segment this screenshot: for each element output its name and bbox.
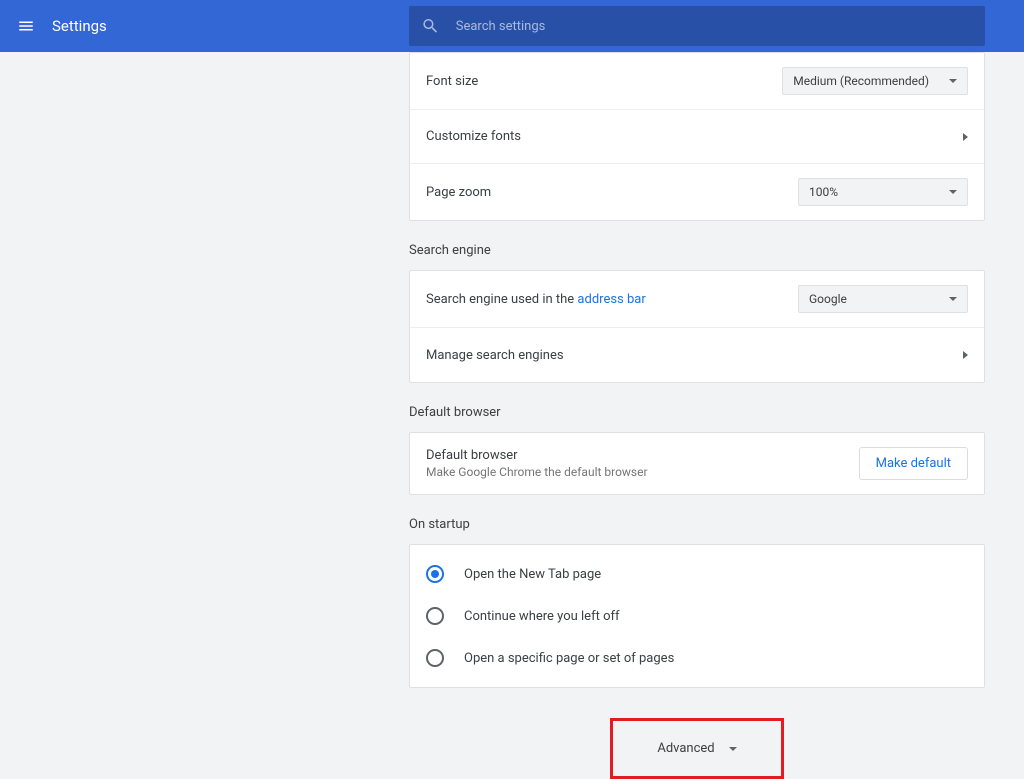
- manage-search-engines-row[interactable]: Manage search engines: [410, 328, 984, 382]
- chevron-down-icon: [949, 79, 957, 83]
- default-browser-row: Default browser Make Google Chrome the d…: [410, 433, 984, 494]
- startup-card: Open the New Tab page Continue where you…: [409, 544, 985, 688]
- search-container: [409, 6, 985, 46]
- header-bar: Settings: [0, 0, 1024, 52]
- font-size-label: Font size: [426, 74, 478, 89]
- radio-unselected-icon[interactable]: [426, 607, 444, 625]
- font-size-value: Medium (Recommended): [793, 74, 929, 88]
- search-engine-used-label: Search engine used in the address bar: [426, 292, 646, 307]
- manage-search-engines-label: Manage search engines: [426, 348, 564, 363]
- startup-option-new-tab[interactable]: Open the New Tab page: [410, 553, 984, 595]
- startup-opt1-label: Open the New Tab page: [464, 567, 601, 582]
- startup-section-title: On startup: [409, 517, 985, 532]
- customize-fonts-label: Customize fonts: [426, 129, 521, 144]
- font-size-select[interactable]: Medium (Recommended): [782, 67, 968, 95]
- settings-content: Font size Medium (Recommended) Customize…: [409, 52, 985, 779]
- search-engine-select[interactable]: Google: [798, 285, 968, 313]
- page-zoom-row[interactable]: Page zoom 100%: [410, 164, 984, 220]
- search-engine-value: Google: [809, 292, 847, 306]
- menu-button[interactable]: [10, 10, 42, 42]
- page-zoom-select[interactable]: 100%: [798, 178, 968, 206]
- search-engine-section-title: Search engine: [409, 243, 985, 258]
- advanced-highlight-box: Advanced: [610, 718, 783, 779]
- advanced-toggle-button[interactable]: Advanced: [657, 741, 736, 756]
- radio-unselected-icon[interactable]: [426, 649, 444, 667]
- default-browser-row-title: Default browser: [426, 448, 648, 463]
- advanced-label: Advanced: [657, 741, 714, 756]
- make-default-button[interactable]: Make default: [859, 447, 968, 480]
- startup-opt2-label: Continue where you left off: [464, 609, 620, 624]
- chevron-right-icon: [963, 133, 968, 141]
- startup-option-continue[interactable]: Continue where you left off: [410, 595, 984, 637]
- page-zoom-label: Page zoom: [426, 185, 491, 200]
- address-bar-link[interactable]: address bar: [577, 292, 645, 307]
- default-browser-row-sub: Make Google Chrome the default browser: [426, 465, 648, 479]
- search-input[interactable]: [456, 19, 973, 34]
- default-browser-section-title: Default browser: [409, 405, 985, 420]
- chevron-down-icon: [949, 190, 957, 194]
- hamburger-icon: [17, 17, 35, 35]
- font-size-row[interactable]: Font size Medium (Recommended): [410, 53, 984, 110]
- radio-selected-icon[interactable]: [426, 565, 444, 583]
- customize-fonts-row[interactable]: Customize fonts: [410, 110, 984, 164]
- search-icon: [421, 16, 440, 36]
- chevron-down-icon: [729, 747, 737, 751]
- chevron-right-icon: [963, 351, 968, 359]
- header-title: Settings: [52, 17, 107, 35]
- chevron-down-icon: [949, 297, 957, 301]
- advanced-section: Advanced: [409, 718, 985, 779]
- default-browser-card: Default browser Make Google Chrome the d…: [409, 432, 985, 495]
- search-engine-used-row[interactable]: Search engine used in the address bar Go…: [410, 271, 984, 328]
- search-engine-card: Search engine used in the address bar Go…: [409, 270, 985, 383]
- startup-option-specific[interactable]: Open a specific page or set of pages: [410, 637, 984, 679]
- page-zoom-value: 100%: [809, 185, 838, 199]
- search-engine-used-prefix: Search engine used in the: [426, 292, 577, 307]
- startup-opt3-label: Open a specific page or set of pages: [464, 651, 674, 666]
- appearance-card: Font size Medium (Recommended) Customize…: [409, 52, 985, 221]
